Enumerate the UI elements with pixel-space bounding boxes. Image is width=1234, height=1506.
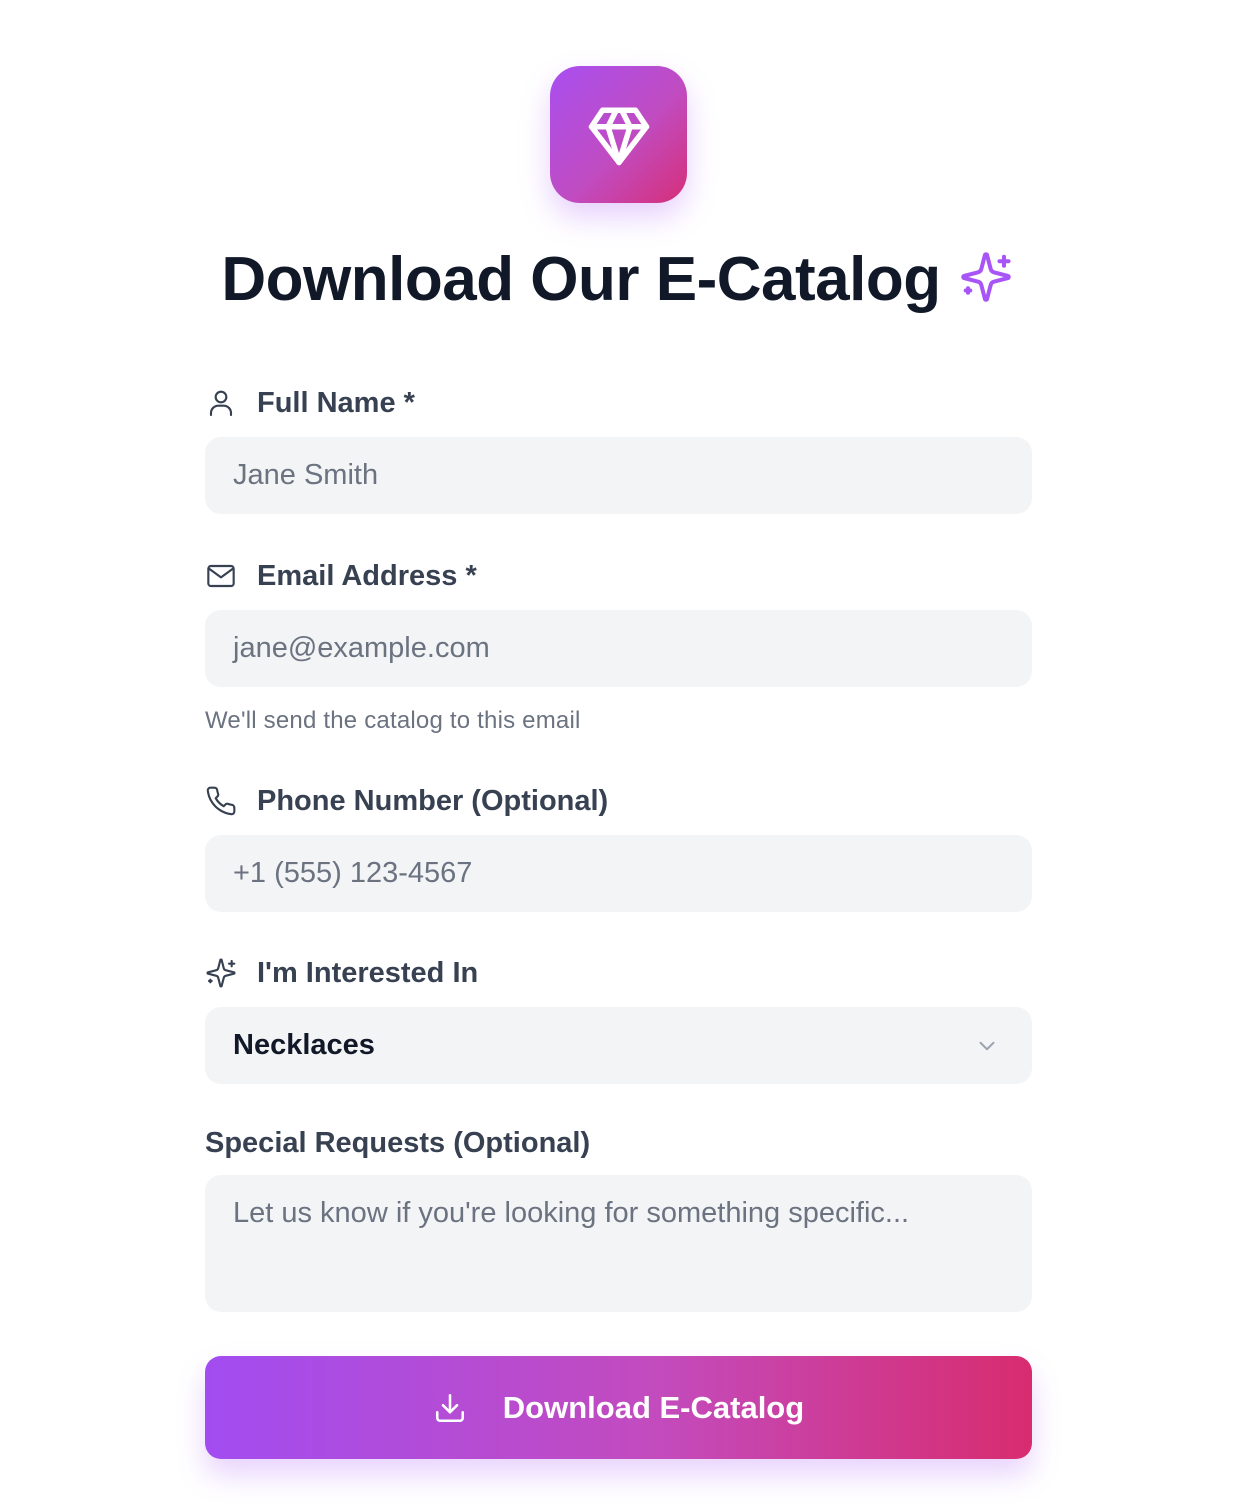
full-name-input[interactable]: Jane Smith <box>205 437 1032 514</box>
phone-label: Phone Number (Optional) <box>205 781 608 821</box>
phone-label-text: Phone Number (Optional) <box>257 784 609 817</box>
phone-input[interactable]: +1 (555) 123-4567 <box>205 835 1032 912</box>
email-placeholder: jane@example.com <box>233 632 490 664</box>
phone-icon <box>205 785 237 817</box>
sparkles-icon <box>960 252 1011 302</box>
requests-textarea[interactable]: Let us know if you're looking for someth… <box>205 1175 1032 1312</box>
email-input[interactable]: jane@example.com <box>205 610 1032 687</box>
full-name-placeholder: Jane Smith <box>233 459 379 491</box>
phone-placeholder: +1 (555) 123-4567 <box>233 857 473 889</box>
download-catalog-button[interactable]: Download E-Catalog <box>205 1356 1032 1459</box>
title-row: Download Our E-Catalog <box>0 240 1234 320</box>
full-name-label-text: Full Name * <box>257 386 415 419</box>
page-title: Download Our E-Catalog <box>221 245 941 314</box>
sparkles-icon <box>205 957 237 989</box>
catalog-form-page: Download Our E-Catalog Full Name * Jane … <box>0 0 1234 1506</box>
download-button-label: Download E-Catalog <box>502 1389 805 1425</box>
interest-selected-value: Necklaces <box>233 1029 375 1061</box>
requests-label-text: Special Requests (Optional) <box>205 1126 591 1159</box>
interest-label-text: I'm Interested In <box>257 956 479 989</box>
user-icon <box>205 387 237 419</box>
email-label: Email Address * <box>205 556 477 596</box>
interest-select[interactable]: Necklaces <box>205 1007 1032 1084</box>
chevron-down-icon <box>979 1041 995 1050</box>
download-icon <box>435 1393 464 1422</box>
brand-logo <box>550 66 687 203</box>
requests-placeholder: Let us know if you're looking for someth… <box>233 1197 910 1229</box>
email-label-text: Email Address * <box>257 559 477 592</box>
interest-label: I'm Interested In <box>205 953 478 993</box>
requests-label: Special Requests (Optional) <box>205 1123 590 1163</box>
email-help-text: We'll send the catalog to this email <box>205 707 581 734</box>
full-name-label: Full Name * <box>205 383 415 423</box>
mail-icon <box>205 560 237 592</box>
gem-icon <box>588 107 649 165</box>
